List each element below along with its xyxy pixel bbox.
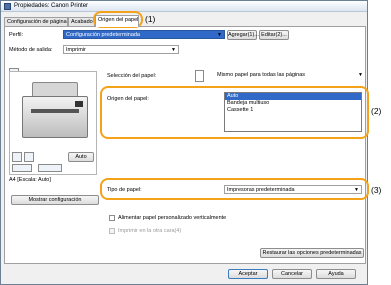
paper-selection-select[interactable]: Mismo papel para todas las páginas ▼ <box>215 71 365 80</box>
show-config-button[interactable]: Mostrar configuración <box>11 195 99 205</box>
restore-defaults-button[interactable]: Restaurar las opciones predeterminadas <box>260 248 364 258</box>
chevron-down-icon: ▼ <box>358 72 363 78</box>
print-other-side-label: Imprimir en la otra cara(4) <box>118 228 182 234</box>
callout-1-label: (1) <box>145 14 156 24</box>
print-preview: Auto <box>9 71 97 175</box>
printer-properties-window: Propiedades: Canon Printer Configuración… <box>0 0 368 285</box>
paper-tools-icon[interactable] <box>38 164 62 172</box>
paper-selection-label: Selección del papel: <box>107 73 157 79</box>
feed-custom-checkbox[interactable] <box>109 215 115 221</box>
add-profile-button[interactable]: Agregar(1)... <box>227 30 259 40</box>
window-title: Propiedades: Canon Printer <box>14 3 89 9</box>
tab-paper-source[interactable]: Origen del papel <box>95 15 139 27</box>
output-method-label: Método de salida: <box>9 47 53 53</box>
printer-control-panel <box>75 101 83 107</box>
output-method-value: Imprimir <box>66 47 86 53</box>
page-icon[interactable] <box>24 152 34 162</box>
callout-3-highlight <box>100 178 369 200</box>
cancel-button[interactable]: Cancelar <box>272 269 312 279</box>
printer-output-slot <box>31 109 79 113</box>
printer-app-icon <box>4 3 11 10</box>
feed-custom-label: Alimentar papel personalizado verticalme… <box>118 215 227 221</box>
chevron-down-icon: ▼ <box>171 47 176 53</box>
ok-button[interactable]: Aceptar <box>228 269 268 279</box>
callout-2-highlight <box>100 86 369 139</box>
callout-2-label: (2) <box>371 106 382 116</box>
output-method-select[interactable]: Imprimir ▼ <box>63 45 179 54</box>
preview-scale-label: A4 [Escala: Auto] <box>9 177 51 183</box>
profile-value: Configuración predeterminada <box>66 32 140 38</box>
edit-tools-icon[interactable] <box>12 164 32 172</box>
paper-stack-icon <box>195 70 204 82</box>
paper-source-panel: Perfil: Configuración predeterminada ▼ A… <box>4 26 366 264</box>
chevron-down-icon: ▼ <box>217 32 222 38</box>
callout-3-label: (3) <box>371 185 382 195</box>
auto-mode-button[interactable]: Auto <box>68 152 94 162</box>
layout-icon[interactable] <box>12 152 22 162</box>
paper-selection-value: Mismo papel para todas las páginas <box>217 72 306 78</box>
title-bar: Propiedades: Canon Printer <box>1 1 367 12</box>
edit-profile-button[interactable]: Editar(2)... <box>259 30 289 40</box>
profile-label: Perfil: <box>9 32 24 38</box>
printer-image-body <box>22 96 88 138</box>
print-other-side-checkbox[interactable] <box>109 228 115 234</box>
help-button[interactable]: Ayuda <box>316 269 356 279</box>
profile-select[interactable]: Configuración predeterminada ▼ <box>63 30 225 39</box>
